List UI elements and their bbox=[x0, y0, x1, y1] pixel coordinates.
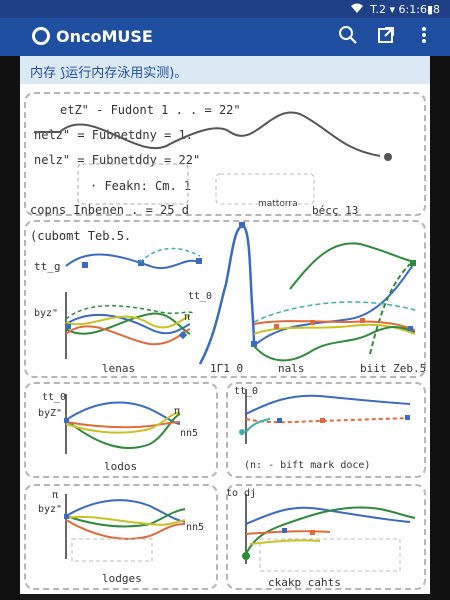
config-line-4: · Feakn: Cm. 1 bbox=[90, 179, 191, 193]
marker-top-3 bbox=[196, 258, 202, 264]
chart6-subbox bbox=[259, 538, 401, 572]
marker-c6-o1 bbox=[310, 530, 315, 535]
marker-top-1 bbox=[82, 262, 88, 268]
marker-c6-b1 bbox=[282, 528, 287, 533]
series-c5-blue bbox=[65, 499, 186, 523]
charts-canvas: etZ" - Fudont 1 . . = 22" nelz" = Fubnet… bbox=[30, 103, 426, 589]
config-line-3: nelz" = Fubnetddy = 22" bbox=[34, 153, 200, 167]
marker-c4-teal bbox=[239, 429, 245, 435]
label-tr: 1Г1 0 bbox=[210, 362, 243, 375]
marker-c1-start bbox=[66, 324, 71, 329]
marker-green-end bbox=[410, 260, 416, 266]
device-frame-right bbox=[430, 0, 450, 600]
series-c4-blue bbox=[245, 394, 411, 415]
label-ttg1: tt_g bbox=[34, 260, 61, 273]
series-c1-orange bbox=[65, 325, 191, 346]
label-byz1: byz" bbox=[34, 308, 58, 319]
more-options-icon[interactable] bbox=[414, 25, 434, 49]
config-line-6: (cubomt Teb.5. bbox=[30, 229, 131, 243]
label-ckakp: ckakp cahts bbox=[268, 576, 341, 589]
marker-c5-start bbox=[64, 514, 69, 519]
device-frame-left bbox=[0, 0, 20, 600]
label-becc: bécç 13 bbox=[312, 204, 358, 217]
label-pi3: π bbox=[52, 490, 58, 501]
label-nals: nals bbox=[278, 362, 305, 375]
banner-text: 内存 ⟆运行内存泳用实测)。 bbox=[30, 66, 188, 81]
label-nn5b: nn5 bbox=[186, 522, 204, 533]
status-bar: T.2 ▾ 6:1:6▮8 bbox=[0, 0, 450, 18]
label-todj: to dj bbox=[226, 488, 256, 499]
marker-c6-green bbox=[242, 552, 250, 560]
label-bitzeb: biit Zeb.5 bbox=[360, 362, 426, 375]
series-c4-orange bbox=[245, 417, 411, 424]
marker-spike-top bbox=[239, 222, 245, 228]
marker-c4-b1 bbox=[277, 418, 282, 423]
series-c4-teal bbox=[245, 418, 271, 433]
wifi-icon bbox=[350, 2, 364, 17]
series-c5-orange bbox=[65, 519, 186, 540]
marker-c3-start bbox=[64, 418, 69, 423]
content-area: etZ" - Fudont 1 . . = 22" nelz" = Fubnet… bbox=[20, 84, 430, 594]
marker-c4-end bbox=[405, 415, 410, 420]
marker-c2-o3 bbox=[360, 318, 365, 323]
search-icon[interactable] bbox=[338, 25, 358, 49]
status-right: T.2 ▾ 6:1:6▮8 bbox=[350, 2, 440, 17]
series-c3-green bbox=[65, 413, 181, 449]
series-top-blue-2 bbox=[253, 261, 416, 347]
info-banner: 内存 ⟆运行内存泳用实测)。 bbox=[20, 56, 430, 84]
app-actions bbox=[338, 25, 434, 49]
label-lodos: lodos bbox=[104, 460, 137, 473]
label-tto1: tt_0 bbox=[188, 291, 212, 302]
label-lodges: lodges bbox=[102, 572, 142, 585]
label-byz2: byZ" bbox=[38, 408, 62, 419]
label-pi1: π bbox=[184, 312, 190, 323]
open-external-icon[interactable] bbox=[376, 25, 396, 49]
marker-c2-o1 bbox=[274, 324, 279, 329]
config-curve-endpoint bbox=[384, 153, 392, 161]
config-line-5: copns Inbenen . = 25 d bbox=[30, 203, 189, 217]
series-c2-teal bbox=[253, 301, 416, 323]
chart5-subbox bbox=[71, 538, 153, 562]
app-title: OncoMUSE bbox=[56, 27, 153, 46]
app-logo-icon bbox=[32, 27, 50, 45]
series-c6-orange bbox=[245, 530, 331, 535]
marker-c4-o1 bbox=[320, 418, 325, 423]
marker-c2-end bbox=[408, 326, 413, 331]
series-c3-orange bbox=[65, 421, 181, 429]
label-byz3: byz" bbox=[38, 504, 62, 515]
status-text: T.2 ▾ 6:1:6▮8 bbox=[370, 3, 440, 16]
label-bift: (n: - bift mark doce) bbox=[244, 460, 370, 471]
device-frame-bottom bbox=[20, 594, 430, 600]
marker-c2-o2 bbox=[310, 320, 315, 325]
app-bar: OncoMUSE bbox=[0, 18, 450, 56]
label-nn: nn5 bbox=[180, 428, 198, 439]
label-pi2: π bbox=[174, 406, 180, 417]
label-tto2: tt_0 bbox=[42, 392, 66, 403]
label-leng: lenas bbox=[102, 362, 135, 375]
config-line-1: etZ" - Fudont 1 . . = 22" bbox=[60, 103, 241, 117]
